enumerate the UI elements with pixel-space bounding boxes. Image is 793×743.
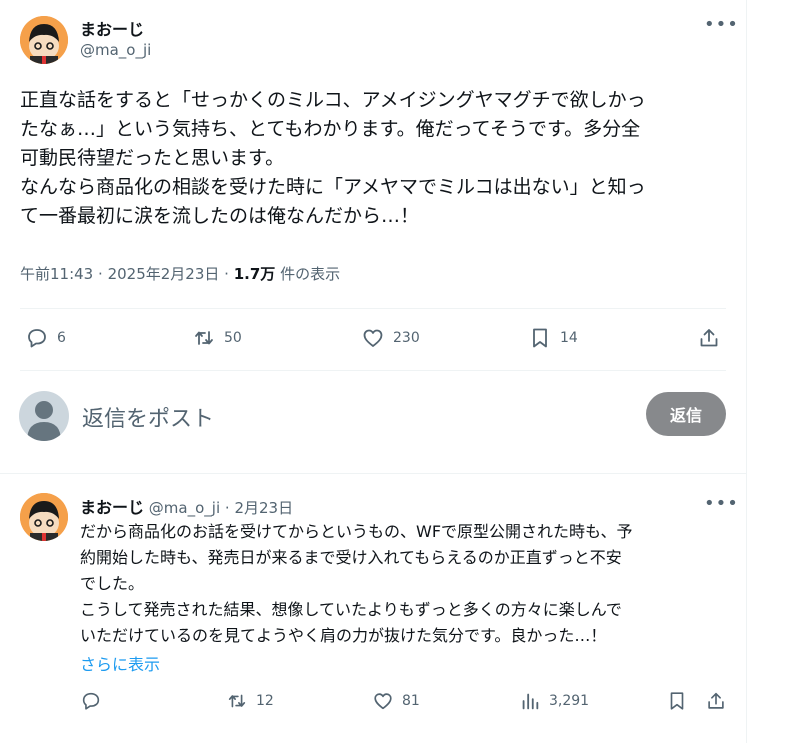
tweet-text: だから商品化のお話を受けてからというもの、WFで原型公開された時も、予 約開始し…: [80, 519, 720, 649]
reply-button[interactable]: 6: [25, 326, 66, 350]
heart-icon: [374, 693, 392, 710]
tweet-text-line: いただけているのを見てようやく肩の力が抜けた気分です。良かった…！: [80, 626, 607, 645]
repost-icon: [228, 694, 246, 708]
bookmark-icon: [533, 328, 547, 348]
repost-count: 50: [224, 330, 242, 346]
tweet-text-line: 可動民待望だったと思います。: [20, 147, 285, 169]
views-label: 件の表示: [280, 265, 341, 283]
display-name[interactable]: まおーじ: [80, 498, 144, 517]
like-count: 81: [402, 693, 420, 709]
like-button[interactable]: 81: [372, 690, 420, 712]
analytics-icon: [522, 693, 539, 710]
share-button[interactable]: [697, 326, 729, 350]
share-icon: [700, 329, 718, 347]
composer-avatar: [19, 391, 69, 441]
reply-input[interactable]: 返信をポスト: [82, 401, 214, 433]
divider: [20, 370, 726, 371]
views-button[interactable]: 3,291: [519, 690, 589, 712]
user-handle[interactable]: @ma_o_ji: [149, 499, 220, 517]
avatar[interactable]: [20, 493, 68, 541]
tweet-text-line: て一番最初に涙を流したのは俺なんだから…！: [20, 205, 420, 227]
reply-count: 6: [57, 330, 66, 346]
tweet-text-line: だから商品化のお話を受けてからというもの、WFで原型公開された時も、予: [80, 522, 633, 541]
show-more-link[interactable]: さらに表示: [80, 651, 160, 675]
heart-icon: [363, 329, 383, 347]
reply-icon: [28, 329, 46, 348]
avatar-illustration: [20, 16, 68, 64]
tweet-text-line: でした。: [80, 574, 145, 593]
tweet-text-line: なんなら商品化の相談を受けた時に「アメヤマでミルコは出ない」と知っ: [20, 176, 646, 198]
tweet-time[interactable]: 午前11:43: [20, 265, 93, 283]
share-button[interactable]: [705, 690, 735, 712]
bookmark-icon: [670, 692, 684, 710]
tweet-text-line: 約開始した時も、発売日が来るまで受け入れてもらえるのか正直ずっと不安: [80, 548, 622, 567]
tweet-date[interactable]: 2月23日: [234, 499, 293, 517]
default-avatar-icon: [27, 401, 61, 441]
tweet-meta: 午前11:43 · 2025年2月23日 · 1.7万 件の表示: [20, 265, 341, 283]
like-count: 230: [393, 330, 420, 346]
user-handle[interactable]: @ma_o_ji: [80, 41, 151, 59]
timeline-column: まおーじ @ma_o_ji ••• 正直な話をすると「せっかくのミルコ、アメイジ…: [0, 0, 747, 743]
reply-button[interactable]: [80, 690, 110, 712]
more-icon[interactable]: •••: [704, 493, 739, 514]
like-button[interactable]: 230: [361, 326, 420, 350]
divider: [20, 308, 726, 309]
tweet-text: 正直な話をすると「せっかくのミルコ、アメイジングヤマグチで欲しかっ たなぁ…」と…: [20, 86, 740, 231]
views-count: 1.7万: [233, 265, 276, 283]
tweet-date[interactable]: 2025年2月23日: [108, 265, 220, 283]
avatar[interactable]: [20, 16, 68, 64]
reply-icon: [82, 692, 100, 710]
avatar-illustration: [20, 493, 68, 541]
tweet-text-line: こうして発売された結果、想像していたよりもずっと多くの方々に楽しんで: [80, 600, 622, 619]
bookmark-button[interactable]: [666, 690, 696, 712]
reply-submit-button[interactable]: 返信: [646, 392, 726, 436]
tweet-text-line: たなぁ…」という気持ち、とてもわかります。俺だってそうです。多分全: [20, 118, 641, 140]
more-icon[interactable]: •••: [704, 14, 739, 35]
repost-count: 12: [256, 693, 274, 709]
tweet-text-line: 正直な話をすると「せっかくのミルコ、アメイジングヤマグチで欲しかっ: [20, 89, 646, 111]
share-icon: [708, 692, 724, 709]
views-count: 3,291: [549, 693, 590, 709]
bookmark-count: 14: [560, 330, 578, 346]
bookmark-button[interactable]: 14: [528, 326, 578, 350]
repost-icon: [195, 331, 213, 345]
reply-header: まおーじ @ma_o_ji · 2月23日: [80, 498, 294, 517]
repost-button[interactable]: 12: [226, 690, 274, 712]
display-name[interactable]: まおーじ: [80, 16, 144, 40]
divider: [0, 473, 746, 474]
repost-button[interactable]: 50: [192, 326, 242, 350]
